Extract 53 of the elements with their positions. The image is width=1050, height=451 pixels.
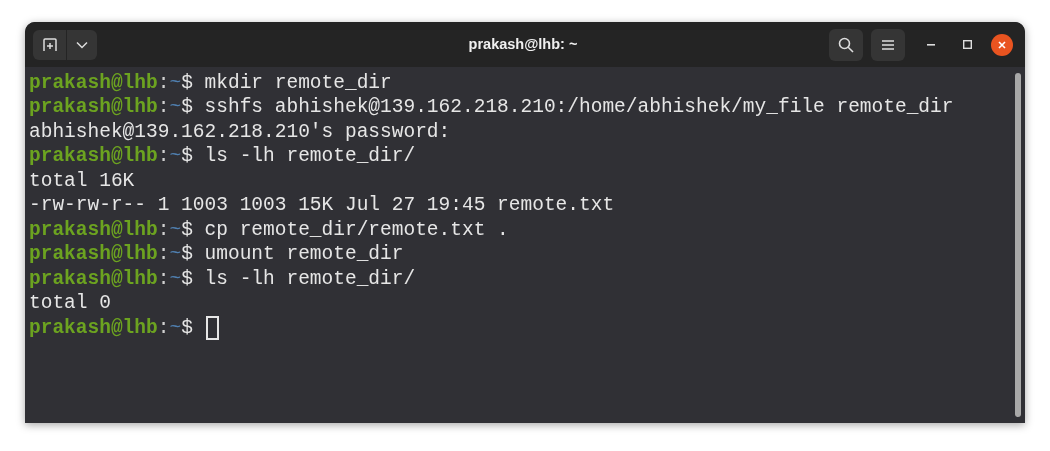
close-button[interactable] [991, 33, 1013, 56]
prompt-symbol: $ [181, 315, 193, 341]
prompt-separator: : [157, 144, 170, 170]
prompt-separator: : [157, 242, 170, 268]
prompt-path: ~ [169, 242, 182, 268]
menu-icon [882, 39, 894, 50]
prompt-symbol: $ [181, 95, 193, 121]
new-tab-icon [41, 36, 58, 53]
prompt-user: prakash@lhb [29, 266, 158, 292]
menu-button[interactable] [871, 28, 905, 61]
search-icon [838, 36, 854, 53]
prompt-user: prakash@lhb [29, 242, 158, 268]
maximize-icon [962, 40, 972, 49]
search-button[interactable] [829, 28, 863, 61]
prompt-symbol: $ [181, 70, 193, 96]
prompt-user: prakash@lhb [29, 95, 158, 121]
command-text: sshfs abhishek@139.162.218.210:/home/abhishek/my_file remote_dir [204, 95, 954, 121]
output-text: abhishek@139.162.218.210's password: [29, 119, 451, 145]
prompt-symbol: $ [181, 266, 193, 292]
prompt-path: ~ [169, 144, 182, 170]
output-text: -rw-rw-r-- 1 1003 1003 15K Jul 27 19:45 remote.txt [29, 193, 615, 219]
prompt-path: ~ [169, 315, 182, 341]
prompt-symbol: $ [181, 144, 193, 170]
command-text: mkdir remote_dir [204, 70, 392, 96]
new-tab-button[interactable] [33, 29, 67, 60]
prompt-user: prakash@lhb [29, 217, 158, 243]
command-text: ls -lh remote_dir/ [204, 144, 416, 170]
command-text: umount remote_dir [204, 242, 404, 268]
prompt-user: prakash@lhb [29, 144, 158, 170]
prompt-user: prakash@lhb [29, 70, 158, 96]
prompt-path: ~ [169, 95, 182, 121]
close-icon [998, 40, 1006, 49]
prompt-path: ~ [169, 217, 182, 243]
prompt-separator: : [157, 95, 170, 121]
tab-menu-button[interactable] [67, 29, 97, 60]
caret-icon [76, 40, 88, 49]
prompt-path: ~ [169, 70, 182, 96]
prompt-separator: : [157, 315, 170, 341]
prompt-symbol: $ [181, 242, 193, 268]
window-title: prakash@lhb: ~ [468, 34, 578, 54]
minimize-icon [927, 43, 935, 46]
command-text: cp remote_dir/remote.txt . [204, 217, 509, 243]
prompt-symbol: $ [181, 217, 193, 243]
output-text: total 0 [29, 291, 111, 317]
output-text: total 16K [29, 168, 135, 194]
scrollbar-thumb[interactable] [1015, 73, 1021, 417]
text-cursor [205, 316, 219, 341]
prompt-user: prakash@lhb [29, 315, 158, 341]
prompt-separator: : [157, 217, 170, 243]
command-text: ls -lh remote_dir/ [204, 266, 416, 292]
prompt-path: ~ [169, 266, 182, 292]
prompt-separator: : [157, 70, 170, 96]
prompt-separator: : [157, 266, 170, 292]
